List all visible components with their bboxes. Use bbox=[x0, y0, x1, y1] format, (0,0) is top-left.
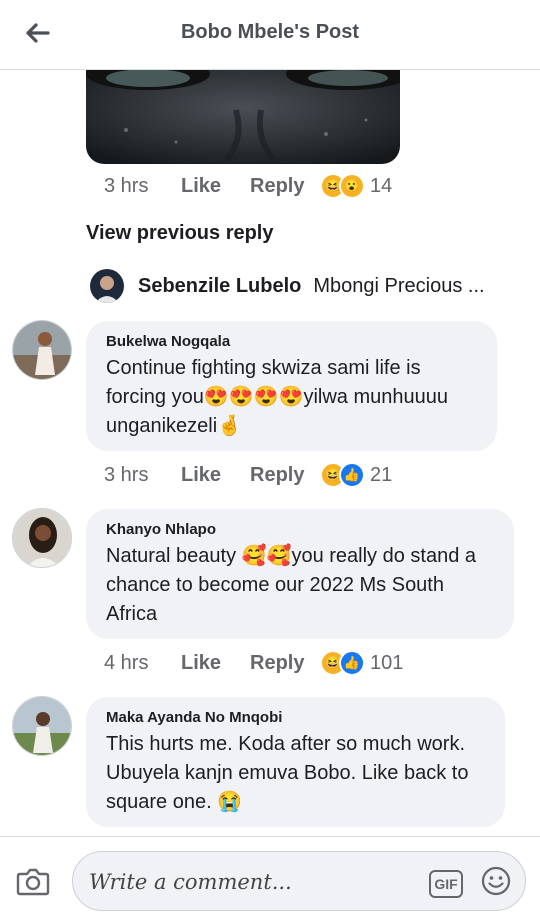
like-button[interactable]: Like bbox=[181, 464, 221, 487]
top-bar: Bobo Mbele's Post bbox=[0, 0, 540, 70]
avatar bbox=[90, 269, 124, 303]
reply-author[interactable]: Sebenzile Lubelo bbox=[138, 275, 301, 298]
reply-button[interactable]: Reply bbox=[250, 175, 304, 198]
reply-button[interactable]: Reply bbox=[250, 652, 304, 675]
wow-reaction-icon: 😮 bbox=[339, 173, 365, 199]
comment-author[interactable]: Khanyo Nhlapo bbox=[106, 521, 494, 538]
comment-input-box[interactable]: GIF bbox=[72, 851, 526, 911]
comment-bubble: Maka Ayanda No Mnqobi This hurts me. Kod… bbox=[86, 697, 505, 827]
comment-author[interactable]: Bukelwa Nogqala bbox=[106, 333, 477, 350]
camera-icon[interactable] bbox=[16, 865, 50, 897]
reaction-count: 21 bbox=[370, 463, 393, 486]
reply-text: Mbongi Precious ... bbox=[313, 274, 485, 297]
like-button[interactable]: Like bbox=[181, 175, 221, 198]
comment-time: 3 hrs bbox=[104, 464, 149, 486]
comment-bubble: Bukelwa Nogqala Continue fighting skwiza… bbox=[86, 321, 497, 451]
comment-input[interactable] bbox=[87, 864, 421, 900]
like-reaction-icon: 👍 bbox=[339, 650, 365, 676]
like-button[interactable]: Like bbox=[181, 652, 221, 675]
comment-author[interactable]: Maka Ayanda No Mnqobi bbox=[106, 709, 485, 726]
like-reaction-icon: 👍 bbox=[339, 462, 365, 488]
reactions-summary[interactable]: 😆 👍 101 bbox=[320, 650, 403, 676]
comment-time: 4 hrs bbox=[104, 652, 149, 674]
comment-bubble: Khanyo Nhlapo Natural beauty 🥰🥰you reall… bbox=[86, 509, 514, 639]
view-previous-reply-link[interactable]: View previous reply bbox=[86, 222, 274, 245]
reply-preview[interactable]: Sebenzile Lubelo Mbongi Precious ... bbox=[90, 268, 485, 304]
post-time: 3 hrs bbox=[104, 175, 149, 197]
avatar[interactable] bbox=[12, 696, 72, 756]
comment-text: Natural beauty 🥰🥰you really do stand a c… bbox=[106, 545, 476, 625]
reactions-summary[interactable]: 😆 👍 21 bbox=[320, 462, 392, 488]
gif-button[interactable]: GIF bbox=[429, 870, 463, 898]
comment-actions: 3 hrs Like Reply 😆 👍 21 bbox=[104, 462, 424, 490]
reaction-count: 101 bbox=[370, 651, 404, 674]
avatar[interactable] bbox=[12, 320, 72, 380]
reaction-count: 14 bbox=[370, 174, 393, 197]
avatar[interactable] bbox=[12, 508, 72, 568]
comment-composer: GIF bbox=[0, 836, 540, 922]
page-title: Bobo Mbele's Post bbox=[180, 21, 360, 43]
reply-button[interactable]: Reply bbox=[250, 464, 304, 487]
reactions-summary[interactable]: 😆 😮 14 bbox=[320, 173, 392, 199]
post-photo[interactable] bbox=[86, 70, 400, 164]
emoji-smiley-icon[interactable] bbox=[481, 866, 511, 896]
comment-actions: 4 hrs Like Reply 😆 👍 101 bbox=[104, 650, 424, 678]
comment-text: This hurts me. Koda after so much work. … bbox=[106, 733, 469, 813]
post-actions: 3 hrs Like Reply 😆 😮 14 bbox=[104, 173, 424, 201]
comment-text: Continue fighting skwiza sami life is fo… bbox=[106, 357, 448, 437]
